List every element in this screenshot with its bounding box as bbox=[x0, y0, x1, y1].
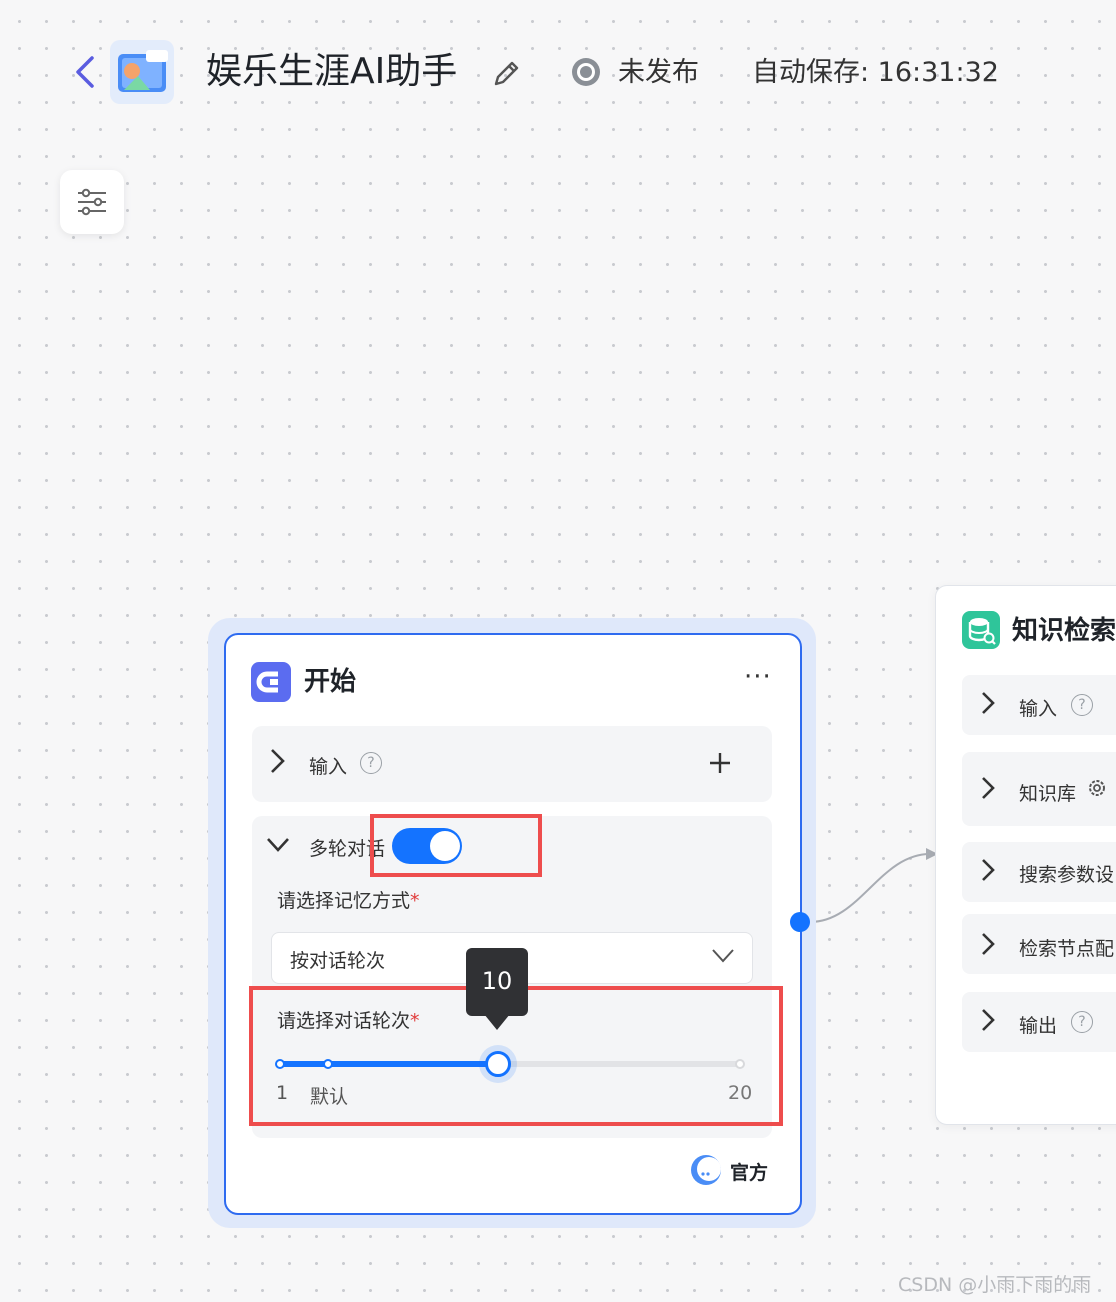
app-avatar[interactable] bbox=[110, 40, 174, 104]
add-input-icon[interactable] bbox=[708, 751, 732, 779]
slider-mark-max[interactable] bbox=[735, 1059, 745, 1069]
sliders-icon bbox=[78, 188, 106, 216]
kb-row-label: 知识库 bbox=[1019, 783, 1077, 805]
slider-max-label: 20 bbox=[728, 1082, 753, 1104]
help-icon[interactable]: ? bbox=[1071, 1011, 1093, 1033]
slider-mark-min[interactable] bbox=[275, 1059, 285, 1069]
official-logo-icon bbox=[690, 1154, 722, 1186]
help-icon[interactable]: ? bbox=[360, 752, 382, 774]
select-chevron-down-icon[interactable] bbox=[710, 946, 736, 970]
connection-edge bbox=[809, 848, 938, 923]
chevron-right-icon[interactable] bbox=[978, 774, 998, 806]
knowledge-node-title: 知识检索 bbox=[1012, 616, 1116, 646]
watermark: CSDN @小雨下雨的雨 bbox=[898, 1274, 1092, 1296]
slider-min-label: 1 bbox=[276, 1082, 289, 1104]
settings-button[interactable] bbox=[60, 170, 124, 234]
slider-mark-default[interactable] bbox=[323, 1059, 333, 1069]
autosave-time: 自动保存: 16:31:32 bbox=[752, 57, 999, 88]
app-title: 娱乐生涯AI助手 bbox=[206, 51, 458, 92]
help-icon[interactable]: ? bbox=[1071, 694, 1093, 716]
more-options-icon[interactable]: ··· bbox=[744, 664, 772, 690]
turns-label: 请选择对话轮次* bbox=[277, 1010, 420, 1032]
memory-mode-label: 请选择记忆方式* bbox=[277, 890, 420, 912]
chevron-right-icon[interactable] bbox=[978, 689, 998, 721]
chevron-right-icon[interactable] bbox=[266, 746, 288, 783]
turns-slider-fill bbox=[280, 1061, 498, 1067]
kb-row-label: 检索节点配 bbox=[1019, 938, 1115, 960]
kb-row-label: 搜索参数设 bbox=[1019, 864, 1115, 886]
annotation-box-toggle bbox=[370, 814, 542, 877]
back-chevron-icon[interactable] bbox=[72, 54, 100, 90]
chevron-down-icon[interactable] bbox=[264, 834, 292, 860]
input-label: 输入 bbox=[309, 756, 348, 778]
start-node-title: 开始 bbox=[304, 667, 357, 697]
gear-icon[interactable] bbox=[1085, 776, 1109, 804]
kb-row-label: 输出 bbox=[1019, 1015, 1058, 1037]
start-node-icon bbox=[251, 662, 291, 702]
edit-pencil-icon[interactable] bbox=[488, 56, 524, 92]
publish-status: 未发布 bbox=[618, 57, 699, 88]
output-handle[interactable] bbox=[790, 912, 810, 932]
memory-mode-value: 按对话轮次 bbox=[290, 950, 386, 972]
turns-slider-thumb[interactable] bbox=[485, 1051, 511, 1077]
chevron-right-icon[interactable] bbox=[978, 1006, 998, 1038]
chevron-right-icon[interactable] bbox=[978, 856, 998, 888]
slider-value-text: 10 bbox=[481, 967, 513, 995]
chevron-right-icon[interactable] bbox=[978, 930, 998, 962]
kb-row-label: 输入 bbox=[1019, 698, 1058, 720]
official-label: 官方 bbox=[730, 1162, 769, 1184]
slider-default-label: 默认 bbox=[310, 1086, 349, 1108]
required-mark: * bbox=[410, 890, 420, 912]
tooltip-arrow bbox=[484, 1014, 510, 1030]
required-mark: * bbox=[410, 1010, 420, 1032]
status-dot-icon bbox=[569, 55, 603, 89]
database-icon bbox=[962, 611, 1000, 649]
